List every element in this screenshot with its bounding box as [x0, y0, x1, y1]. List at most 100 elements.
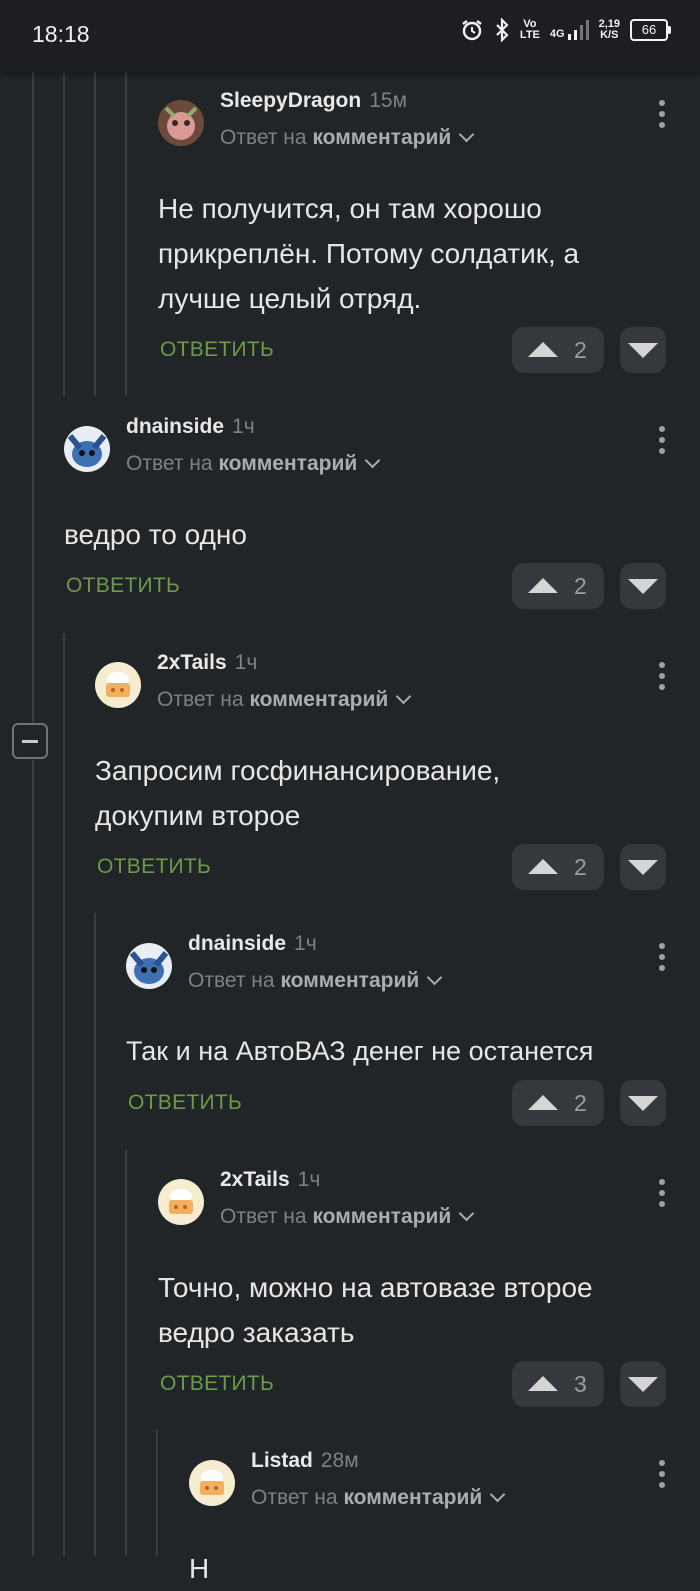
- comment-text: Так и на АвтоВАЗ денег не останется: [126, 1036, 594, 1066]
- comment: 2xTails 1ч Ответ на комментарий Точно, мо…: [158, 1168, 666, 1409]
- arrow-up-icon: [528, 342, 558, 357]
- arrow-down-icon: [628, 579, 658, 594]
- more-options-icon[interactable]: [658, 1460, 666, 1490]
- chevron-down-icon: [458, 1205, 475, 1222]
- chevron-down-icon: [458, 126, 475, 143]
- upvote-button[interactable]: 3: [512, 1361, 604, 1407]
- reply-to[interactable]: Ответ на комментарий: [126, 452, 381, 476]
- reply-button[interactable]: ОТВЕТИТЬ: [66, 574, 180, 598]
- comment: 2xTails 1ч Ответ на комментарий Запросим …: [95, 651, 666, 892]
- arrow-down-icon: [628, 1096, 658, 1111]
- avatar[interactable]: [158, 100, 204, 146]
- reply-button[interactable]: ОТВЕТИТЬ: [160, 338, 274, 362]
- vote-count: 2: [574, 1090, 587, 1116]
- username[interactable]: 2xTails 1ч: [220, 1168, 320, 1192]
- comment: SleepyDragon 15м Ответ на комментарий Не …: [158, 89, 666, 375]
- more-options-icon[interactable]: [658, 662, 666, 692]
- comment-line: Не получится, он там хорошо: [158, 193, 542, 224]
- comment-time: 1ч: [234, 651, 258, 674]
- comment-line: лучше целый отряд.: [158, 283, 422, 314]
- thread-line: [63, 633, 65, 1556]
- avatar[interactable]: [64, 426, 110, 472]
- downvote-button[interactable]: [620, 563, 666, 609]
- avatar[interactable]: [126, 943, 172, 989]
- arrow-down-icon: [628, 860, 658, 875]
- vote-count: 2: [574, 854, 587, 880]
- reply-to[interactable]: Ответ на комментарий: [220, 126, 475, 150]
- signal-icon: 4G: [550, 20, 589, 40]
- thread-line: [125, 72, 127, 396]
- arrow-down-icon: [628, 1377, 658, 1392]
- downvote-button[interactable]: [620, 844, 666, 890]
- reply-to[interactable]: Ответ на комментарий: [188, 969, 443, 993]
- network-speed: 2,19 K/S: [598, 18, 620, 41]
- avatar[interactable]: [158, 1179, 204, 1225]
- reply-to[interactable]: Ответ на комментарий: [220, 1205, 475, 1229]
- more-options-icon[interactable]: [658, 426, 666, 456]
- reply-button[interactable]: ОТВЕТИТЬ: [128, 1091, 242, 1115]
- volte-indicator: Vo LTE: [519, 18, 540, 41]
- bluetooth-icon: [496, 18, 509, 42]
- reply-to[interactable]: Ответ на комментарий: [157, 688, 412, 712]
- comment-line: ведро заказать: [158, 1317, 355, 1348]
- downvote-button[interactable]: [620, 327, 666, 373]
- avatar[interactable]: [95, 662, 141, 708]
- upvote-button[interactable]: 2: [512, 563, 604, 609]
- arrow-up-icon: [528, 859, 558, 874]
- reply-to[interactable]: Ответ на комментарий: [251, 1486, 506, 1510]
- comment-text: Н: [189, 1553, 210, 1584]
- comment: Listad 28м Ответ на комментарий Н: [189, 1449, 666, 1591]
- thread-line: [94, 913, 96, 1556]
- arrow-up-icon: [528, 1095, 558, 1110]
- comment-text: Точно, можно на автовазе второе ведро зак…: [158, 1265, 666, 1355]
- downvote-button[interactable]: [620, 1080, 666, 1126]
- thread-line: [63, 72, 65, 396]
- more-options-icon[interactable]: [658, 1179, 666, 1209]
- upvote-button[interactable]: 2: [512, 844, 604, 890]
- arrow-up-icon: [528, 1376, 558, 1391]
- collapse-thread-button[interactable]: [12, 723, 48, 759]
- more-options-icon[interactable]: [658, 943, 666, 973]
- upvote-button[interactable]: 2: [512, 1080, 604, 1126]
- thread-line: [32, 760, 34, 1556]
- comment-line: докупим второе: [95, 800, 301, 831]
- vote-count: 3: [574, 1371, 587, 1397]
- comment: dnainside 1ч Ответ на комментарий ведро т…: [64, 415, 666, 611]
- alarm-icon: [462, 20, 482, 41]
- comment-line: Точно, можно на автовазе второе: [158, 1272, 593, 1303]
- vote-count: 2: [574, 573, 587, 599]
- downvote-button[interactable]: [620, 1361, 666, 1407]
- comment-time: 1ч: [297, 1168, 321, 1191]
- chevron-down-icon: [489, 1486, 506, 1503]
- reply-button[interactable]: ОТВЕТИТЬ: [97, 855, 211, 879]
- thread-line: [94, 72, 96, 396]
- username[interactable]: SleepyDragon 15м: [220, 89, 407, 113]
- vote-count: 2: [574, 337, 587, 363]
- status-bar: 18:18 Vo LTE 4G 2,19 K/S 66: [0, 0, 700, 72]
- chevron-down-icon: [395, 688, 412, 705]
- comment-line: прикреплён. Потому солдатик, а: [158, 238, 580, 269]
- username[interactable]: 2xTails 1ч: [157, 651, 257, 675]
- comment-time: 1ч: [294, 932, 317, 955]
- avatar[interactable]: [189, 1460, 235, 1506]
- comment-text: Не получится, он там хорошо прикреплён. П…: [158, 186, 666, 321]
- status-icons: Vo LTE 4G 2,19 K/S 66: [460, 18, 671, 42]
- comment-time: 28м: [320, 1449, 359, 1472]
- upvote-button[interactable]: 2: [512, 327, 604, 373]
- chevron-down-icon: [364, 452, 381, 469]
- thread-line: [32, 72, 34, 723]
- comment-text: ведро то одно: [64, 519, 247, 550]
- reply-button[interactable]: ОТВЕТИТЬ: [160, 1372, 274, 1396]
- comment-text: Запросим госфинансирование, докупим второ…: [95, 748, 666, 838]
- comment: dnainside 1ч Ответ на комментарий Так и н…: [126, 932, 666, 1128]
- arrow-down-icon: [628, 343, 658, 358]
- comment-time: 1ч: [232, 415, 255, 438]
- username[interactable]: dnainside 1ч: [126, 415, 255, 439]
- username[interactable]: dnainside 1ч: [188, 932, 317, 956]
- more-options-icon[interactable]: [658, 100, 666, 130]
- network-type: 4G: [549, 28, 565, 40]
- status-time: 18:18: [32, 21, 90, 47]
- comment-time: 15м: [369, 89, 408, 112]
- battery-icon: 66: [630, 19, 671, 41]
- username[interactable]: Listad 28м: [251, 1449, 359, 1473]
